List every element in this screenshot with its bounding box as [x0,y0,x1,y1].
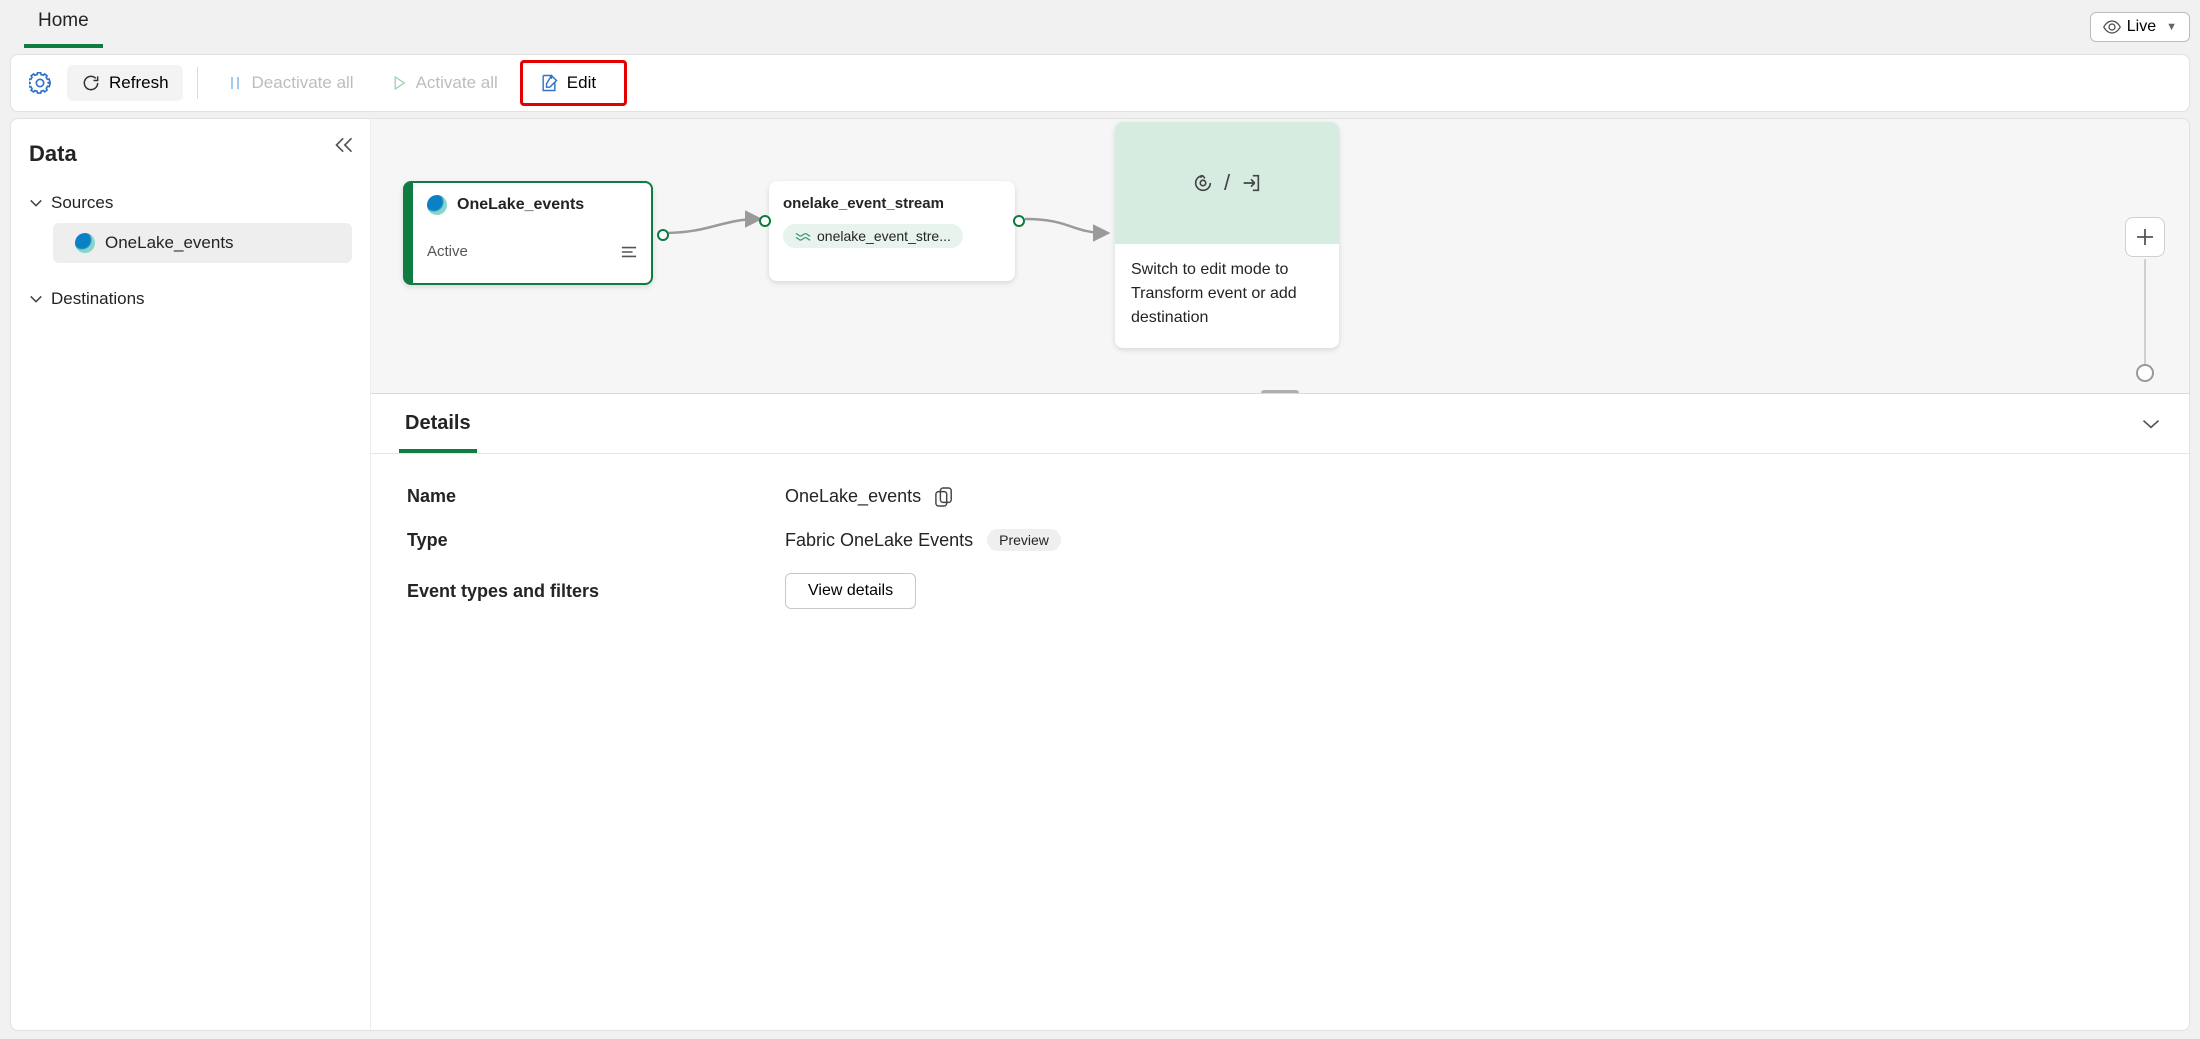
node-stream[interactable]: onelake_event_stream onelake_event_stre.… [769,181,1015,281]
mode-selector[interactable]: Live ▼ [2090,12,2190,42]
tree-group-destinations[interactable]: Destinations [29,289,352,309]
collapse-details-button[interactable] [2141,417,2161,431]
gear-icon [29,72,51,94]
detail-value-name: OneLake_events [785,486,921,507]
input-port[interactable] [759,215,771,227]
chevron-down-icon: ▼ [2166,21,2177,33]
transform-icon [1192,172,1214,194]
detail-key-type: Type [407,530,767,551]
pause-icon [226,74,244,92]
refresh-icon [81,73,101,93]
stream-chip: onelake_event_stre... [783,224,963,248]
output-port[interactable] [1013,215,1025,227]
play-icon [390,74,408,92]
deactivate-all-button[interactable]: Deactivate all [212,65,368,101]
plus-icon [2136,228,2154,246]
panel-resize-handle[interactable] [1261,390,1299,394]
edit-icon [539,73,559,93]
collapse-panel-button[interactable] [334,137,354,153]
output-port[interactable] [657,229,669,241]
settings-button[interactable] [21,64,59,102]
stream-icon [795,230,811,242]
onelake-icon [427,195,447,215]
data-panel: Data Sources OneLake_events Destinations [11,119,371,1030]
detail-value-type: Fabric OneLake Events [785,530,973,551]
add-node-button[interactable] [2125,217,2165,257]
source-item-onelake-events[interactable]: OneLake_events [53,223,352,263]
node-destination-placeholder[interactable]: / Switch to edit mode to Transform event… [1115,122,1339,348]
tab-details[interactable]: Details [399,394,477,453]
chevron-down-icon [29,196,43,210]
edit-button[interactable]: Edit [520,60,627,106]
tab-home[interactable]: Home [24,0,103,48]
tree-group-sources[interactable]: Sources [29,193,352,213]
refresh-button[interactable]: Refresh [67,65,183,101]
detail-key-name: Name [407,486,767,507]
onelake-icon [75,233,95,253]
view-details-button[interactable]: View details [785,573,916,609]
zoom-slider-thumb[interactable] [2136,364,2154,382]
preview-badge: Preview [987,529,1061,551]
details-panel: Details Name OneLake_events Type [371,394,2189,1030]
panel-title: Data [29,141,352,167]
source-status: Active [427,243,468,260]
activate-all-button[interactable]: Activate all [376,65,512,101]
copy-button[interactable] [935,487,953,507]
pipeline-canvas[interactable]: OneLake_events Active onelake_event_stre… [371,119,2189,394]
eye-icon [2103,20,2121,34]
output-icon [1240,172,1262,194]
toolbar: Refresh Deactivate all Activate all Edit [10,54,2190,112]
detail-key-filters: Event types and filters [407,581,767,602]
node-source[interactable]: OneLake_events Active [403,181,653,285]
menu-icon[interactable] [621,245,637,259]
chevron-down-icon [29,292,43,306]
zoom-slider-track[interactable] [2144,259,2146,379]
